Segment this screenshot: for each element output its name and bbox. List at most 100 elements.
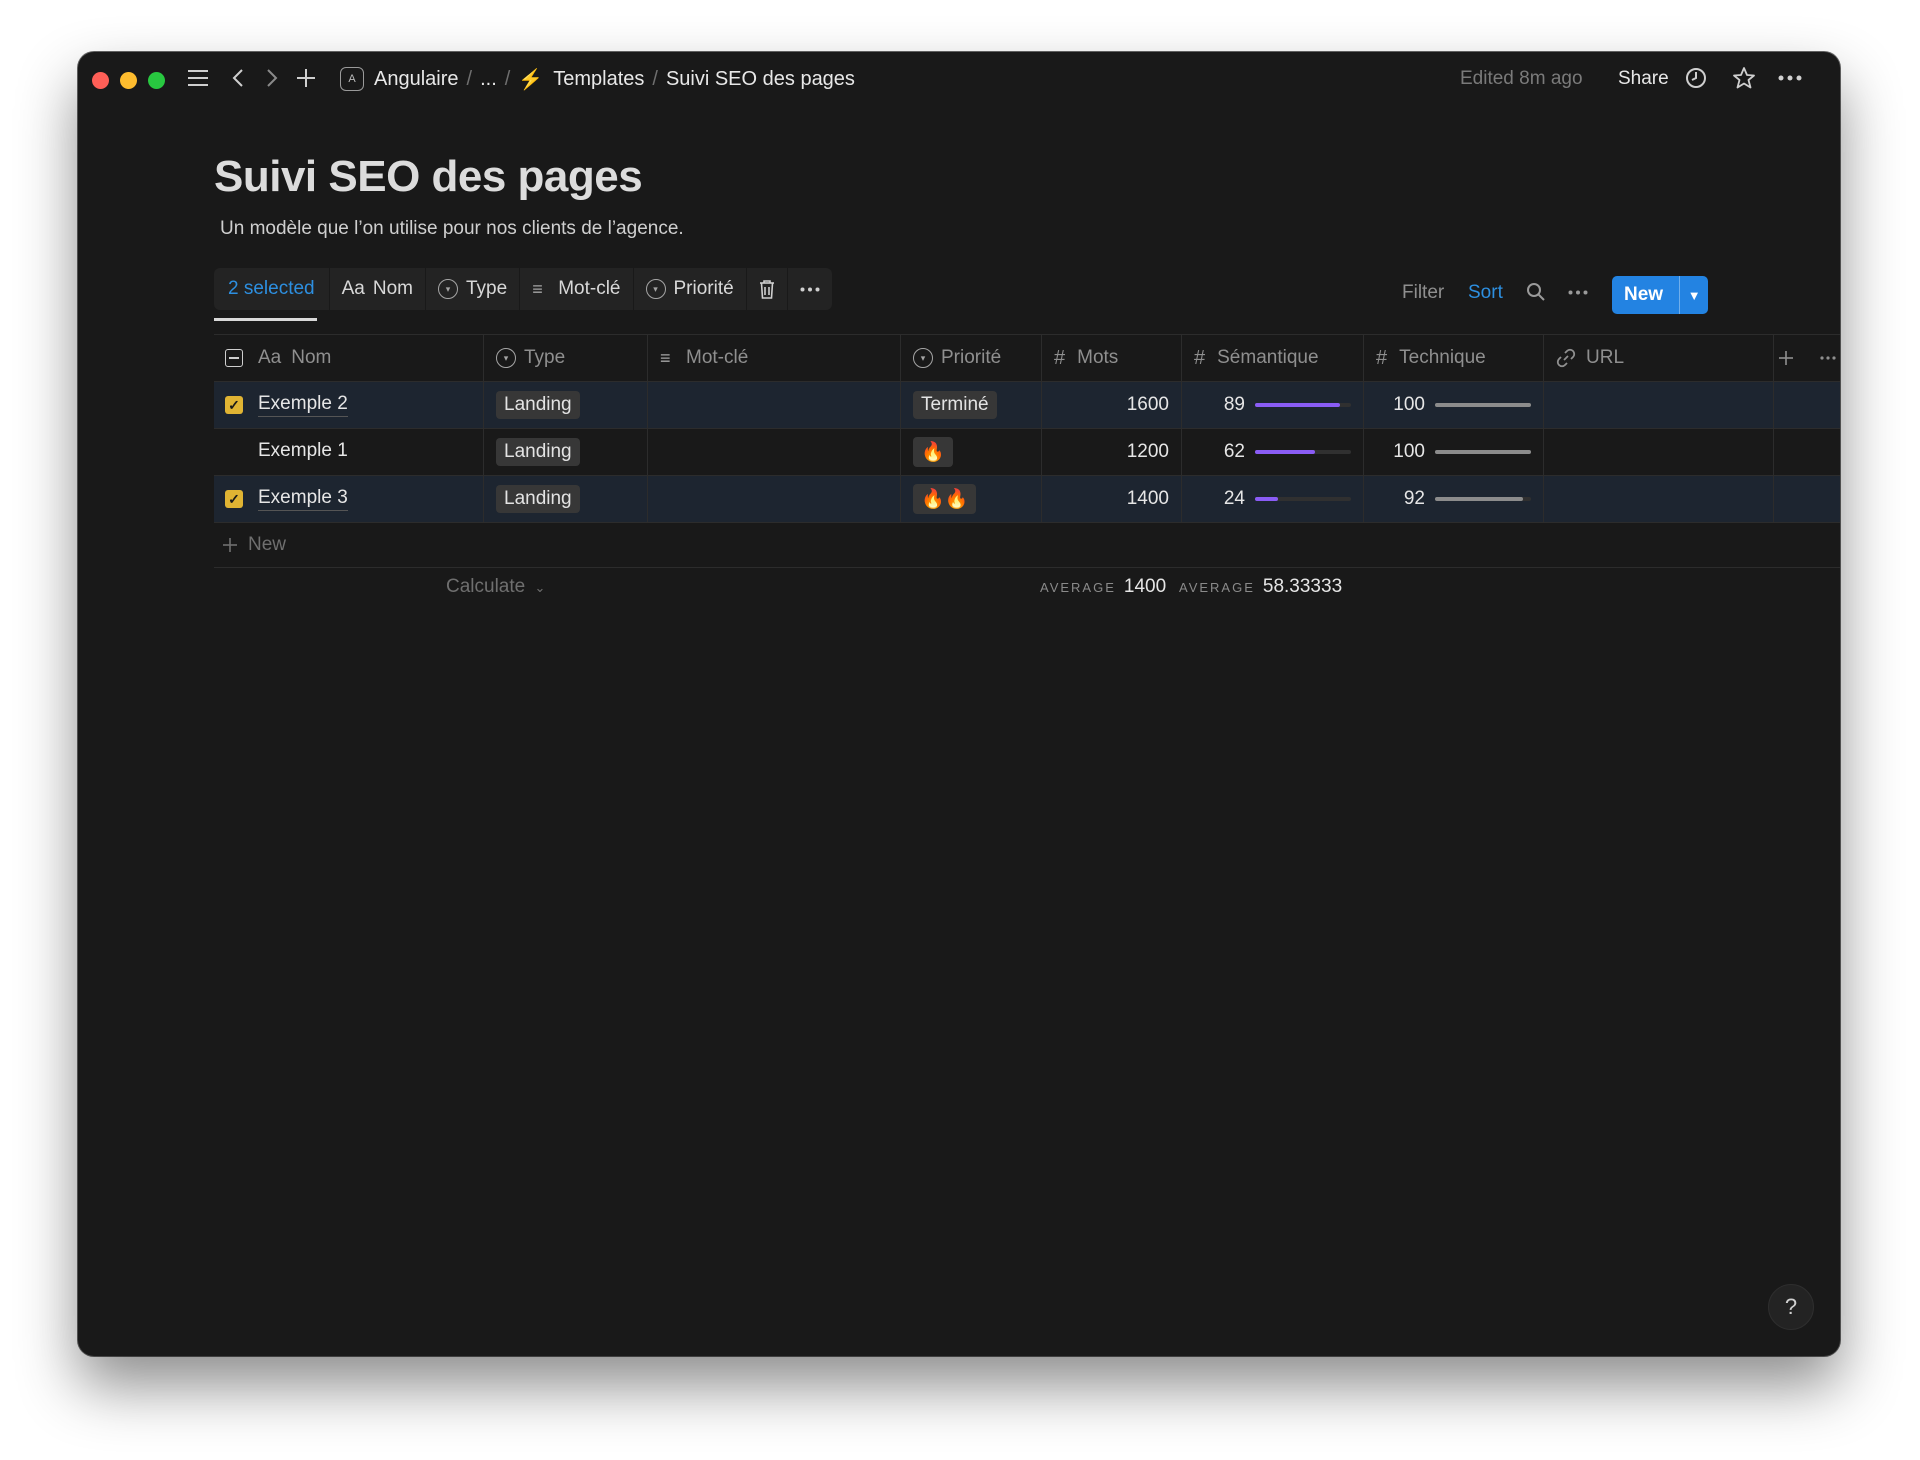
view-more-icon[interactable] [1566,280,1590,304]
type-tag: Landing [496,485,580,513]
delete-button[interactable] [747,268,788,310]
row-url[interactable] [1544,382,1774,428]
favorite-star-icon[interactable] [1730,64,1758,92]
column-header-motcle[interactable]: ≡ Mot-clé [648,335,901,381]
select-property-icon: ▾ [438,279,458,299]
row-motcle[interactable] [648,382,901,428]
column-header-label: Sémantique [1217,347,1319,368]
select-all-checkbox[interactable] [214,335,254,381]
new-row[interactable]: New [222,523,286,567]
database-table: Aa Nom ▾ Type ≡ Mot-clé ▾ Priorité # Mot… [214,334,1840,568]
row-checkbox[interactable]: ✓ [214,476,254,522]
forward-arrow-icon[interactable] [258,64,286,92]
new-row-button[interactable]: New [214,523,1840,568]
new-page-plus-icon[interactable] [292,64,320,92]
mots-average[interactable]: AVERAGE 1400 [1040,576,1166,598]
row-spacer [1774,429,1840,475]
table-row[interactable]: ✓ Exemple 3 Landing 🔥🔥 1400 24 92 [214,476,1840,523]
column-header-label: Mots [1077,347,1119,368]
column-header-url[interactable]: URL [1544,335,1774,381]
edit-type-button[interactable]: ▾ Type [426,268,521,310]
back-arrow-icon[interactable] [224,64,252,92]
selected-count[interactable]: 2 selected [214,268,330,310]
row-name[interactable]: Exemple 3 [254,476,484,522]
row-semantique[interactable]: 62 [1182,429,1364,475]
column-header-nom[interactable]: Aa Nom [254,335,484,381]
edit-motcle-button[interactable]: ≡ Mot-clé [520,268,634,310]
technique-progress-bar [1435,497,1531,501]
row-type[interactable]: Landing [484,429,648,475]
sidebar-menu-icon[interactable] [184,64,212,92]
row-priorite[interactable]: Terminé [901,382,1042,428]
row-mots[interactable]: 1400 [1042,476,1182,522]
semantique-progress-fill [1255,403,1341,407]
row-technique[interactable]: 100 [1364,429,1544,475]
selection-more-button[interactable] [788,268,832,310]
row-technique[interactable]: 92 [1364,476,1544,522]
row-priorite[interactable]: 🔥 [901,429,1042,475]
row-name[interactable]: Exemple 1 [254,429,484,475]
row-name[interactable]: Exemple 2 [254,382,484,428]
history-clock-icon[interactable] [1682,64,1710,92]
column-header-mots[interactable]: # Mots [1042,335,1182,381]
row-url[interactable] [1544,476,1774,522]
column-header-priorite[interactable]: ▾ Priorité [901,335,1042,381]
plus-icon [1779,351,1793,365]
more-horizontal-icon[interactable] [1820,356,1836,360]
column-header-label: Priorité [941,347,1002,368]
semantique-average[interactable]: AVERAGE 58.33333 [1179,576,1342,598]
row-mots[interactable]: 1200 [1042,429,1182,475]
number-property-icon: # [1054,346,1066,369]
maximize-window-button[interactable] [148,72,165,89]
semantique-value: 89 [1223,394,1245,415]
edit-nom-button[interactable]: Aa Nom [330,268,426,310]
table-row[interactable]: Exemple 1 Landing 🔥 1200 62 100 [214,429,1840,476]
close-window-button[interactable] [92,72,109,89]
chevron-down-icon[interactable]: ▼ [1679,276,1708,314]
breadcrumb-ellipsis[interactable]: ... [480,68,497,91]
column-header-type[interactable]: ▾ Type [484,335,648,381]
filter-button[interactable]: Filter [1402,282,1444,304]
row-url[interactable] [1544,429,1774,475]
row-motcle[interactable] [648,429,901,475]
edit-type-label: Type [466,278,508,299]
row-semantique[interactable]: 89 [1182,382,1364,428]
row-mots[interactable]: 1600 [1042,382,1182,428]
breadcrumb-templates[interactable]: Templates [553,68,644,91]
semantique-progress-bar [1255,497,1351,501]
row-name-text[interactable]: Exemple 3 [258,487,348,511]
technique-progress-fill [1435,497,1524,501]
breadcrumb-workspace[interactable]: Angulaire [374,68,459,91]
row-technique[interactable]: 100 [1364,382,1544,428]
more-options-icon[interactable] [1776,64,1804,92]
app-window: A Angulaire / ... / ⚡ Templates / Suivi … [78,52,1840,1356]
help-button[interactable]: ? [1768,1284,1814,1330]
sort-button[interactable]: Sort [1468,282,1503,304]
new-button[interactable]: New ▼ [1612,276,1708,314]
row-name-text[interactable]: Exemple 1 [258,440,348,464]
row-type[interactable]: Landing [484,382,648,428]
select-property-icon: ▾ [496,348,516,368]
row-name-text[interactable]: Exemple 2 [258,393,348,417]
calculate-button[interactable]: Calculate ⌄ [446,576,545,598]
text-property-icon: Aa [258,347,282,368]
semantique-value: 62 [1223,441,1245,462]
column-header-technique[interactable]: # Technique [1364,335,1544,381]
search-icon[interactable] [1524,280,1548,304]
row-motcle[interactable] [648,476,901,522]
row-priorite[interactable]: 🔥🔥 [901,476,1042,522]
share-button[interactable]: Share [1618,68,1669,90]
row-checkbox[interactable] [214,429,254,475]
breadcrumb-current-page[interactable]: Suivi SEO des pages [666,68,855,91]
breadcrumb-separator: / [504,67,511,90]
column-header-semantique[interactable]: # Sémantique [1182,335,1364,381]
row-semantique[interactable]: 24 [1182,476,1364,522]
edit-priorite-button[interactable]: ▾ Priorité [634,268,747,310]
add-column-button[interactable] [1774,335,1840,381]
table-row[interactable]: ✓ Exemple 2 Landing Terminé 1600 89 100 [214,382,1840,429]
row-type[interactable]: Landing [484,476,648,522]
type-tag: Landing [496,438,580,466]
new-row-label: New [248,534,287,555]
minimize-window-button[interactable] [120,72,137,89]
row-checkbox[interactable]: ✓ [214,382,254,428]
